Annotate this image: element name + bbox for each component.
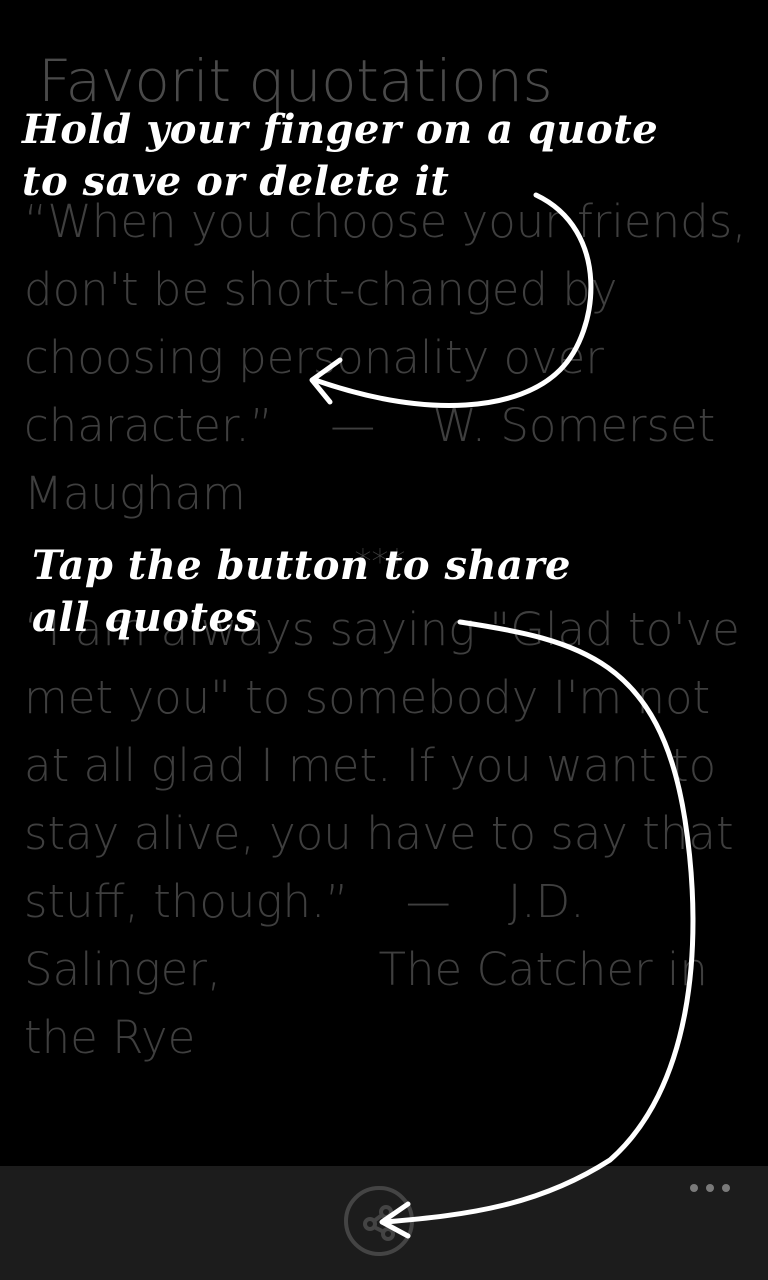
quote-item[interactable]: “I am always saying "Glad to've met you"…: [24, 596, 754, 1072]
more-dot: [722, 1184, 730, 1192]
hint-hold-line: to save or delete it: [22, 158, 450, 205]
more-button[interactable]: [686, 1166, 736, 1206]
quote-item[interactable]: “When you choose your friends, don't be …: [24, 188, 754, 528]
more-dot: [690, 1184, 698, 1192]
hint-tap: Tap the button to share all quotes: [32, 540, 571, 644]
hint-hold: Hold your finger on a quote to save or d…: [22, 104, 658, 208]
screen: Favorit quotations “When you choose your…: [0, 0, 768, 1280]
share-button[interactable]: [344, 1186, 414, 1256]
hint-tap-line: Tap the button to share: [32, 542, 571, 589]
hint-tap-line: all quotes: [32, 594, 258, 641]
app-bar: [0, 1166, 768, 1280]
hint-hold-line: Hold your finger on a quote: [22, 106, 659, 153]
more-dot: [706, 1184, 714, 1192]
share-icon: [363, 1205, 395, 1241]
